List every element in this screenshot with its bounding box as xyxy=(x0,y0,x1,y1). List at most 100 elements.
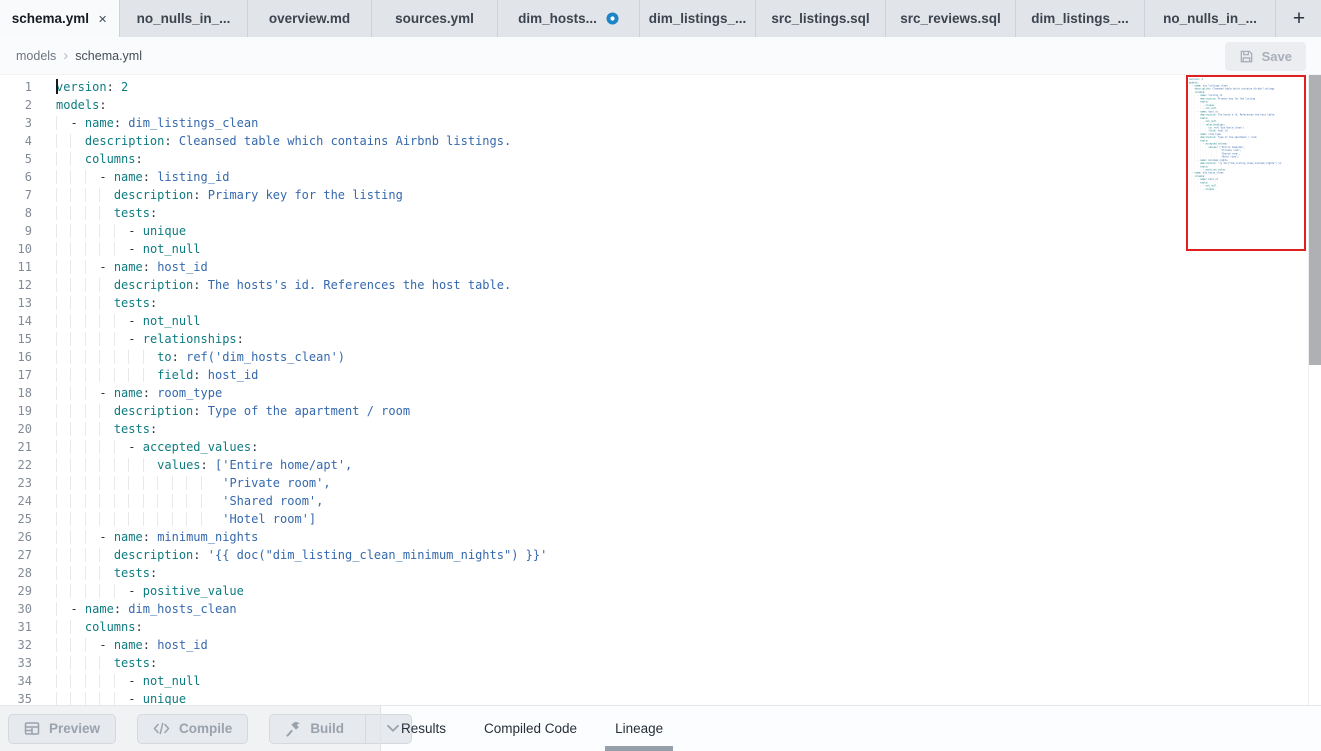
tab-src-reviews-sql[interactable]: src_reviews.sql xyxy=(886,0,1016,37)
tab-label: overview.md xyxy=(269,11,350,26)
tab-schema-yml[interactable]: schema.yml✕ xyxy=(0,0,120,37)
code-line-content[interactable]: - unique xyxy=(44,222,186,240)
code-line[interactable]: 34 - not_null xyxy=(0,672,1321,690)
code-line-content[interactable]: description: '{{ doc("dim_listing_clean_… xyxy=(44,546,547,564)
code-line[interactable]: 26 - name: minimum_nights xyxy=(0,528,1321,546)
code-line-content[interactable]: - positive_value xyxy=(44,582,244,600)
vertical-scrollbar[interactable] xyxy=(1309,75,1321,365)
line-number: 22 xyxy=(0,456,44,474)
code-line-content[interactable]: description: The hosts's id. References … xyxy=(44,276,511,294)
code-line-content[interactable]: - unique xyxy=(44,690,186,705)
code-line-content[interactable]: columns: xyxy=(44,618,143,636)
code-line[interactable]: 13 tests: xyxy=(0,294,1321,312)
tab-dim-listings[interactable]: dim_listings_... xyxy=(640,0,756,37)
code-editor[interactable]: 1version: 22models:3 - name: dim_listing… xyxy=(0,75,1321,705)
code-line-content[interactable]: - name: dim_listings_clean xyxy=(44,114,258,132)
code-line-content[interactable]: tests: xyxy=(44,654,157,672)
code-line[interactable]: 2models: xyxy=(0,96,1321,114)
code-line[interactable]: 8 tests: xyxy=(0,204,1321,222)
code-line[interactable]: 30 - name: dim_hosts_clean xyxy=(0,600,1321,618)
code-line-content[interactable]: 'Private room', xyxy=(44,474,331,492)
code-line-content[interactable]: values: ['Entire home/apt', xyxy=(44,456,352,474)
tab-compiled-code[interactable]: Compiled Code xyxy=(482,706,579,751)
tab-label: dim_hosts... xyxy=(518,11,597,26)
code-line[interactable]: 24 'Shared room', xyxy=(0,492,1321,510)
code-line-content[interactable]: description: Cleansed table which contai… xyxy=(44,132,511,150)
code-line[interactable]: 18 - name: room_type xyxy=(0,384,1321,402)
tab-results[interactable]: Results xyxy=(399,706,448,751)
code-line-content[interactable]: - name: listing_id xyxy=(44,168,229,186)
code-line-content[interactable]: - name: dim_hosts_clean xyxy=(44,600,237,618)
code-line-content[interactable]: - relationships: xyxy=(44,330,244,348)
new-tab-button[interactable]: + xyxy=(1276,0,1321,37)
code-line-content[interactable]: - name: host_id xyxy=(44,258,208,276)
code-line[interactable]: 19 description: Type of the apartment / … xyxy=(0,402,1321,420)
tab-sources-yml[interactable]: sources.yml xyxy=(372,0,498,37)
code-line-content[interactable]: tests: xyxy=(44,420,157,438)
code-line[interactable]: 29 - positive_value xyxy=(0,582,1321,600)
tab-no-nulls-in-2[interactable]: no_nulls_in_... xyxy=(1145,0,1276,37)
code-line-content[interactable]: tests: xyxy=(44,204,157,222)
code-line-content[interactable]: description: Primary key for the listing xyxy=(44,186,403,204)
code-line-content[interactable]: 'Shared room', xyxy=(44,492,323,510)
code-line[interactable]: 22 values: ['Entire home/apt', xyxy=(0,456,1321,474)
code-line[interactable]: 35 - unique xyxy=(0,690,1321,705)
code-line-content[interactable]: tests: xyxy=(44,294,157,312)
save-button[interactable]: Save xyxy=(1225,42,1306,71)
code-line-content[interactable]: description: Type of the apartment / roo… xyxy=(44,402,410,420)
code-line[interactable]: 11 - name: host_id xyxy=(0,258,1321,276)
code-line[interactable]: 20 tests: xyxy=(0,420,1321,438)
code-line[interactable]: 14 - not_null xyxy=(0,312,1321,330)
code-line-content[interactable]: - accepted_values: xyxy=(44,438,258,456)
code-line[interactable]: 23 'Private room', xyxy=(0,474,1321,492)
minimap[interactable]: version: 2models: - name: dim_listings_c… xyxy=(1186,75,1306,251)
code-line[interactable]: 33 tests: xyxy=(0,654,1321,672)
code-line[interactable]: 5 columns: xyxy=(0,150,1321,168)
code-line-content[interactable]: - name: minimum_nights xyxy=(44,528,258,546)
line-number: 11 xyxy=(0,258,44,276)
code-line[interactable]: 6 - name: listing_id xyxy=(0,168,1321,186)
code-line-content[interactable]: to: ref('dim_hosts_clean') xyxy=(44,348,345,366)
preview-button[interactable]: Preview xyxy=(8,714,116,744)
tab-dim-listings-2[interactable]: dim_listings_... xyxy=(1016,0,1145,37)
code-line[interactable]: 12 description: The hosts's id. Referenc… xyxy=(0,276,1321,294)
tab-overview-md[interactable]: overview.md xyxy=(248,0,372,37)
code-line[interactable]: 21 - accepted_values: xyxy=(0,438,1321,456)
tab-lineage[interactable]: Lineage xyxy=(613,706,665,751)
tab-no-nulls-in[interactable]: no_nulls_in_... xyxy=(120,0,248,37)
code-line[interactable]: 15 - relationships: xyxy=(0,330,1321,348)
code-line[interactable]: 32 - name: host_id xyxy=(0,636,1321,654)
tab-src-listings-sql[interactable]: src_listings.sql xyxy=(756,0,886,37)
close-icon[interactable]: ✕ xyxy=(98,12,107,26)
code-line-content[interactable]: 'Hotel room'] xyxy=(44,510,316,528)
code-line[interactable]: 1version: 2 xyxy=(0,78,1321,96)
code-line[interactable]: 25 'Hotel room'] xyxy=(0,510,1321,528)
code-line[interactable]: 28 tests: xyxy=(0,564,1321,582)
code-line[interactable]: 9 - unique xyxy=(0,222,1321,240)
code-line-content[interactable]: models: xyxy=(44,96,107,114)
code-line-content[interactable]: version: 2 xyxy=(44,78,128,96)
code-line-content[interactable]: - name: host_id xyxy=(44,636,208,654)
line-number: 29 xyxy=(0,582,44,600)
code-line[interactable]: 17 field: host_id xyxy=(0,366,1321,384)
code-line-content[interactable]: - not_null xyxy=(44,240,201,258)
compile-button[interactable]: Compile xyxy=(137,714,248,744)
code-line-content[interactable]: - name: room_type xyxy=(44,384,222,402)
code-line[interactable]: 3 - name: dim_listings_clean xyxy=(0,114,1321,132)
code-line-content[interactable]: field: host_id xyxy=(44,366,258,384)
code-line-content[interactable]: - not_null xyxy=(44,312,201,330)
code-line-content[interactable]: - not_null xyxy=(44,672,201,690)
breadcrumb-parent[interactable]: models xyxy=(16,49,56,63)
code-line[interactable]: 31 columns: xyxy=(0,618,1321,636)
code-line[interactable]: 7 description: Primary key for the listi… xyxy=(0,186,1321,204)
code-line-content[interactable]: columns: xyxy=(44,150,143,168)
code-line[interactable]: 4 description: Cleansed table which cont… xyxy=(0,132,1321,150)
code-line[interactable]: 27 description: '{{ doc("dim_listing_cle… xyxy=(0,546,1321,564)
line-number: 33 xyxy=(0,654,44,672)
code-line[interactable]: 10 - not_null xyxy=(0,240,1321,258)
code-line-content[interactable]: tests: xyxy=(44,564,157,582)
line-number: 26 xyxy=(0,528,44,546)
tab-dim-hosts[interactable]: dim_hosts... xyxy=(498,0,640,37)
code-line[interactable]: 16 to: ref('dim_hosts_clean') xyxy=(0,348,1321,366)
line-number: 32 xyxy=(0,636,44,654)
